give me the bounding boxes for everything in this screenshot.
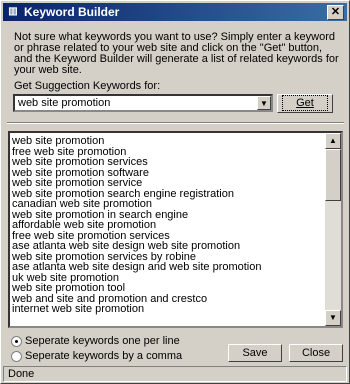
radio-dot[interactable]	[11, 351, 22, 362]
window-title: Keyword Builder	[24, 5, 120, 19]
title-bar[interactable]: ▥ Keyword Builder ✕	[3, 3, 347, 21]
keyword-input-value[interactable]: web site promotion	[18, 97, 110, 109]
radio-dot-selected[interactable]	[11, 336, 22, 347]
book-icon: ▥	[8, 6, 18, 17]
get-button-label: Get	[282, 95, 328, 111]
close-button-label: Close	[301, 347, 331, 359]
chevron-down-icon[interactable]: ▼	[257, 96, 271, 110]
list-item[interactable]: ase atlanta web site design web site pro…	[12, 241, 325, 252]
close-button[interactable]: Close	[289, 344, 343, 362]
intro-text: Not sure what keywords you want to use? …	[14, 31, 339, 76]
save-button[interactable]: Save	[228, 344, 282, 362]
keyword-builder-window: ▥ Keyword Builder ✕ Not sure what keywor…	[0, 0, 350, 384]
keyword-items: web site promotion free web site promotio…	[12, 136, 325, 315]
close-icon: ✕	[330, 6, 341, 18]
radio-one-per-line-label: Seperate keywords one per line	[25, 335, 180, 347]
close-window-button[interactable]: ✕	[327, 5, 344, 20]
list-item[interactable]: canadian web site promotion	[12, 199, 325, 210]
list-item[interactable]: web site promotion	[12, 136, 325, 147]
list-item[interactable]: web site promotion service	[12, 178, 325, 189]
suggest-label: Get Suggection Keywords for:	[14, 80, 161, 92]
scroll-thumb[interactable]	[325, 149, 341, 201]
keyword-combo[interactable]: web site promotion ▼	[13, 94, 273, 112]
radio-comma-label: Seperate keywords by a comma	[25, 350, 183, 362]
scroll-up-icon[interactable]: ▲	[325, 133, 341, 149]
vertical-scrollbar[interactable]: ▲ ▼	[325, 133, 341, 326]
status-bar: Done	[3, 366, 347, 382]
list-item[interactable]: web site promotion tool	[12, 283, 325, 294]
keyword-list[interactable]: web site promotion free web site promotio…	[8, 131, 343, 328]
get-button[interactable]: Get	[277, 94, 333, 113]
list-item[interactable]: affordable web site promotion	[12, 220, 325, 231]
scroll-down-icon[interactable]: ▼	[325, 310, 341, 326]
divider	[7, 122, 344, 124]
status-text: Done	[8, 368, 35, 380]
list-item[interactable]: internet web site promotion	[12, 304, 325, 315]
list-item[interactable]: ase atlanta web site design and web site…	[12, 262, 325, 273]
save-button-label: Save	[242, 347, 268, 359]
list-item[interactable]: web site promotion services	[12, 157, 325, 168]
